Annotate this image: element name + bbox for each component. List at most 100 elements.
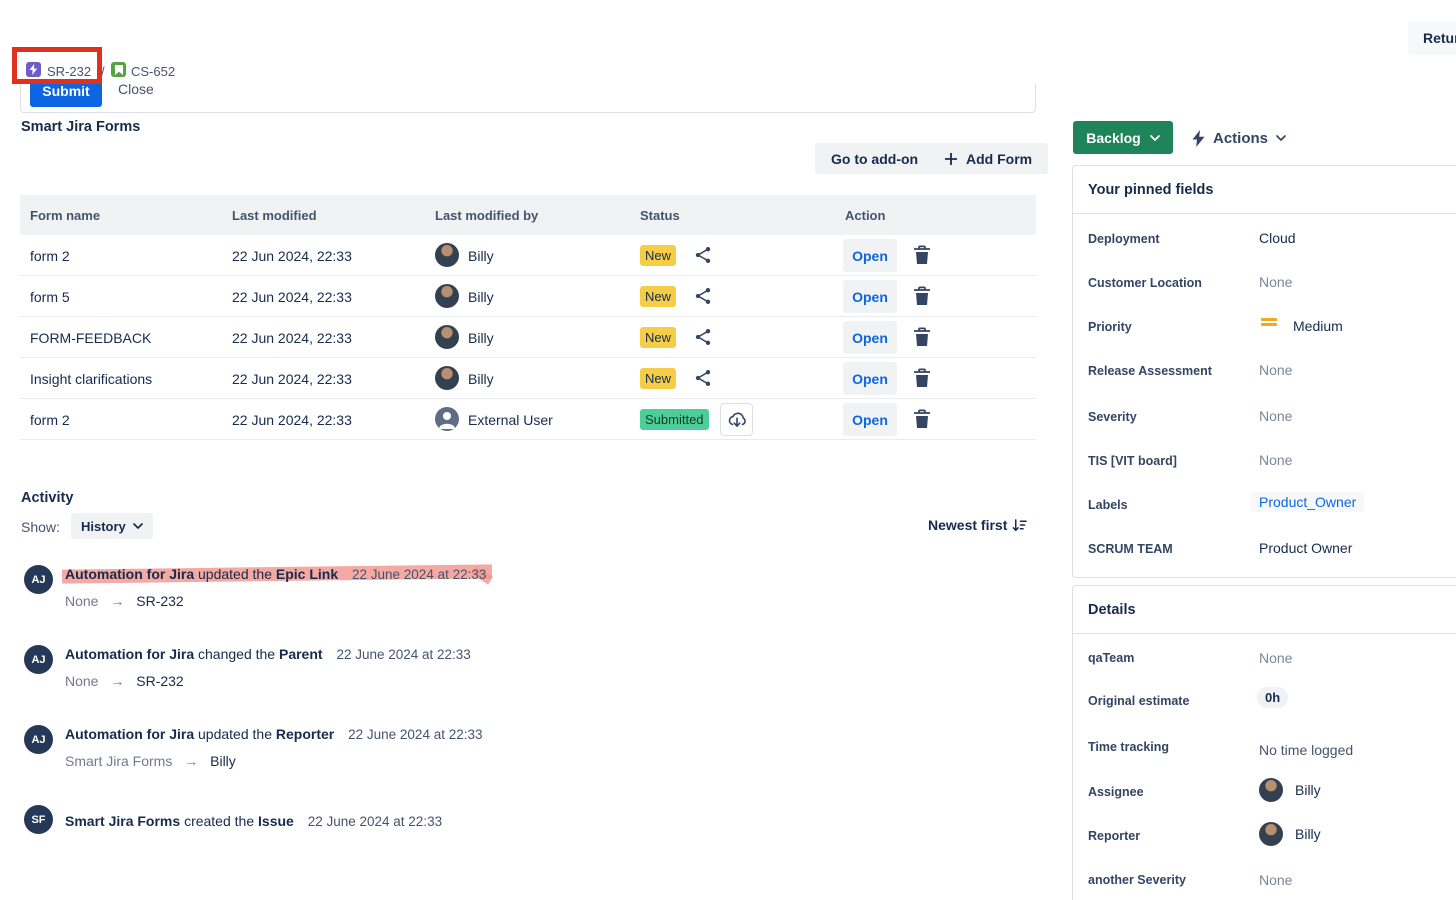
activity-line: Automation for Jira updated the Reporter… — [65, 726, 483, 742]
field-value[interactable]: No time logged — [1259, 742, 1353, 758]
actions-dropdown[interactable]: Actions — [1192, 124, 1286, 152]
chevron-down-icon — [133, 523, 143, 529]
table-row: form 2 22 Jun 2024, 22:33 External User … — [20, 399, 1036, 440]
field-label: Priority — [1088, 320, 1132, 334]
field-label: qaTeam — [1088, 651, 1134, 665]
col-action: Action — [845, 208, 885, 223]
top-bar: SR-232 / CS-652 Return — [0, 0, 1456, 84]
table-row: FORM-FEEDBACK 22 Jun 2024, 22:33 Billy N… — [20, 317, 1036, 358]
field-label: Time tracking — [1088, 740, 1169, 754]
field-value[interactable]: None — [1259, 274, 1292, 290]
form-name: Insight clarifications — [30, 371, 152, 387]
field-label: Severity — [1088, 410, 1137, 424]
field-value[interactable]: Medium — [1293, 318, 1343, 334]
pinned-fields-panel: Your pinned fields Deployment Cloud Cust… — [1072, 165, 1456, 578]
last-modified: 22 Jun 2024, 22:33 — [232, 412, 352, 428]
last-modified: 22 Jun 2024, 22:33 — [232, 289, 352, 305]
arrow-right-icon: → — [110, 673, 124, 689]
activity-timestamp: 22 June 2024 at 22:33 — [352, 567, 486, 582]
status-badge: Submitted — [640, 409, 709, 430]
user-avatar — [435, 325, 459, 349]
forms-table-header: Form name Last modified Last modified by… — [20, 195, 1036, 235]
assignee-avatar[interactable] — [1259, 778, 1283, 802]
avatar: AJ — [24, 645, 53, 674]
breadcrumb-child[interactable]: CS-652 — [131, 64, 175, 79]
trash-icon[interactable] — [913, 409, 931, 429]
field-label: Reporter — [1088, 829, 1140, 843]
open-button[interactable]: Open — [843, 280, 897, 313]
avatar: AJ — [24, 725, 53, 754]
plus-icon — [944, 152, 958, 166]
form-name: form 2 — [30, 248, 70, 264]
field-value[interactable]: None — [1259, 452, 1292, 468]
table-row: form 2 22 Jun 2024, 22:33 Billy New Open — [20, 235, 1036, 276]
open-button[interactable]: Open — [843, 362, 897, 395]
field-value[interactable]: None — [1259, 650, 1292, 666]
sort-order-button[interactable]: Newest first — [928, 517, 1027, 533]
form-name: FORM-FEEDBACK — [30, 330, 151, 346]
open-button[interactable]: Open — [843, 239, 897, 272]
share-icon[interactable] — [693, 245, 713, 265]
activity-line: Smart Jira Forms created the Issue 22 Ju… — [65, 813, 442, 829]
avatar: SF — [24, 805, 53, 834]
last-modified: 22 Jun 2024, 22:33 — [232, 371, 352, 387]
status-dropdown-backlog[interactable]: Backlog — [1073, 121, 1173, 154]
share-icon[interactable] — [693, 327, 713, 347]
field-value[interactable]: Product Owner — [1259, 540, 1352, 556]
share-icon[interactable] — [693, 368, 713, 388]
trash-icon[interactable] — [913, 327, 931, 347]
activity-title: Activity — [21, 490, 73, 506]
field-value[interactable]: None — [1259, 362, 1292, 378]
arrow-right-icon: → — [184, 753, 198, 769]
go-to-addon-button[interactable]: Go to add-on — [815, 143, 934, 174]
divider — [1073, 213, 1456, 214]
activity-line: Automation for Jira changed the Parent 2… — [65, 646, 471, 662]
show-label: Show: — [21, 519, 60, 535]
return-button[interactable]: Return — [1408, 22, 1456, 55]
label-chip[interactable]: Product_Owner — [1259, 494, 1364, 510]
col-status: Status — [640, 208, 680, 223]
field-value[interactable]: Cloud — [1259, 230, 1296, 246]
priority-medium-icon — [1261, 316, 1277, 328]
download-cloud-icon[interactable] — [720, 403, 753, 436]
user-avatar — [435, 366, 459, 390]
story-icon — [111, 62, 126, 77]
chevron-down-icon — [1150, 135, 1160, 141]
reporter-avatar[interactable] — [1259, 822, 1283, 846]
estimate-pill[interactable]: 0h — [1259, 689, 1288, 705]
annotation-red-box — [12, 47, 102, 84]
trash-icon[interactable] — [913, 368, 931, 388]
status-badge: New — [640, 327, 676, 348]
trash-icon[interactable] — [913, 286, 931, 306]
field-label: TIS [VIT board] — [1088, 454, 1177, 468]
modified-by-name: Billy — [468, 248, 494, 264]
field-label: another Severity — [1088, 873, 1186, 887]
open-button[interactable]: Open — [843, 321, 897, 354]
lightning-icon — [1192, 130, 1205, 147]
form-name: form 2 — [30, 412, 70, 428]
avatar: AJ — [24, 565, 53, 594]
table-row: form 5 22 Jun 2024, 22:33 Billy New Open — [20, 276, 1036, 317]
field-value[interactable]: None — [1259, 872, 1292, 888]
forms-section-title: Smart Jira Forms — [21, 119, 140, 135]
field-label: Customer Location — [1088, 276, 1202, 290]
details-title: Details — [1088, 602, 1136, 618]
col-last-modified-by: Last modified by — [435, 208, 538, 223]
field-value[interactable]: Billy — [1295, 782, 1321, 798]
open-button[interactable]: Open — [843, 403, 897, 436]
activity-timestamp: 22 June 2024 at 22:33 — [336, 647, 470, 662]
activity-timestamp: 22 June 2024 at 22:33 — [348, 727, 482, 742]
share-icon[interactable] — [693, 286, 713, 306]
status-badge: New — [640, 245, 676, 266]
col-last-modified: Last modified — [232, 208, 317, 223]
external-user-avatar-icon — [435, 407, 459, 431]
add-form-button[interactable]: Add Form — [928, 143, 1048, 174]
trash-icon[interactable] — [913, 245, 931, 265]
field-value[interactable]: None — [1259, 408, 1292, 424]
history-filter-dropdown[interactable]: History — [71, 513, 153, 539]
details-panel: Details qaTeam None Original estimate 0h… — [1072, 585, 1456, 900]
last-modified: 22 Jun 2024, 22:33 — [232, 248, 352, 264]
field-label: Assignee — [1088, 785, 1144, 799]
modified-by-name: Billy — [468, 330, 494, 346]
field-value[interactable]: Billy — [1295, 826, 1321, 842]
